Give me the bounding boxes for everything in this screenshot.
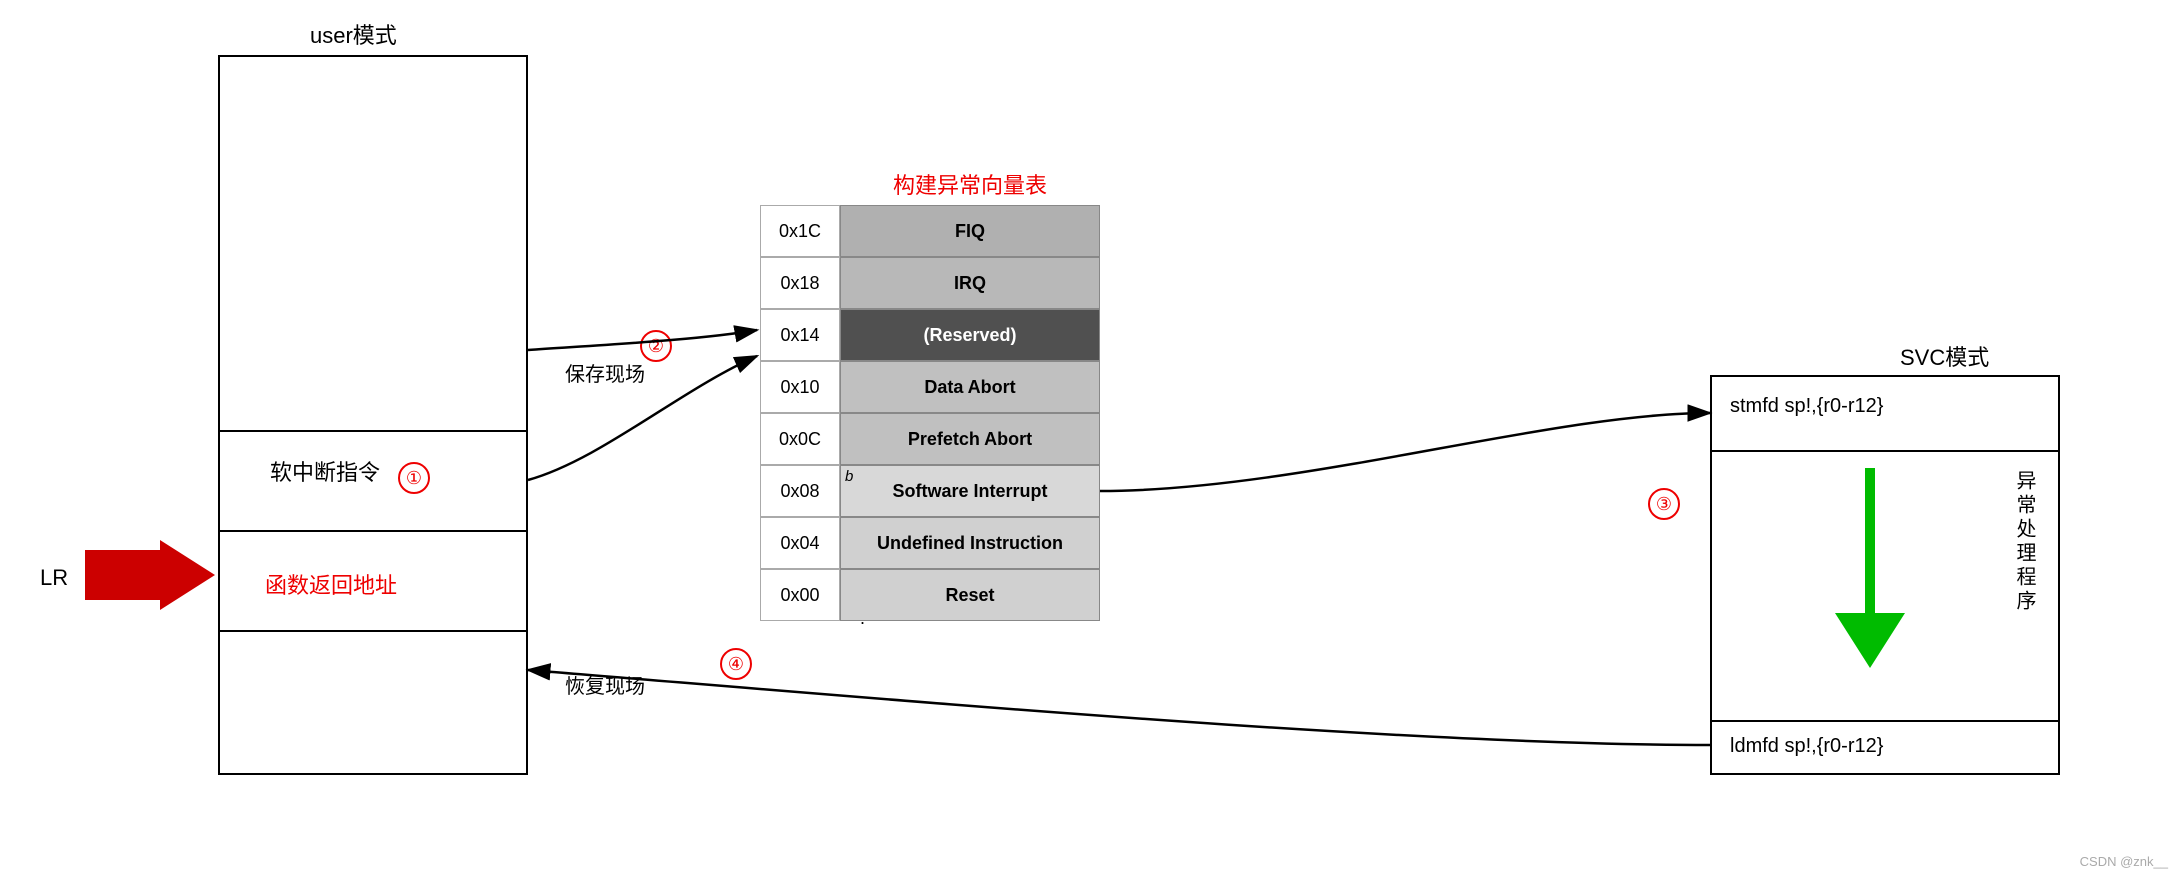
vector-table-title: 构建异常向量表 <box>830 168 1110 200</box>
user-mode-line2 <box>218 530 528 532</box>
svc-ldmfd-label: ldmfd sp!,{r0-r12} <box>1730 735 1883 758</box>
dot: . <box>860 608 865 629</box>
vector-name-undef: Undefined Instruction <box>840 517 1100 569</box>
user-mode-line3 <box>218 630 528 632</box>
circle-3: ③ <box>1648 488 1680 520</box>
user-mode-box <box>218 55 528 775</box>
vector-name-data-abort: Data Abort <box>840 361 1100 413</box>
user-mode-label: user模式 <box>310 18 397 50</box>
user-mode-line1 <box>218 430 528 432</box>
svc-line1 <box>1710 450 2060 452</box>
circle-4: ④ <box>720 648 752 680</box>
vector-addr-reserved: 0x14 <box>760 309 840 361</box>
vector-addr-swi: 0x08 <box>760 465 840 517</box>
vector-name-reset: Reset <box>840 569 1100 621</box>
vector-row-fiq: 0x1C FIQ <box>760 205 1100 257</box>
lr-label: LR <box>40 565 68 591</box>
vector-name-reserved: (Reserved) <box>840 309 1100 361</box>
vector-name-irq: IRQ <box>840 257 1100 309</box>
swi-b-prefix: b <box>845 468 853 485</box>
vector-addr-data-abort: 0x10 <box>760 361 840 413</box>
vector-addr-fiq: 0x1C <box>760 205 840 257</box>
vector-row-data-abort: 0x10 Data Abort <box>760 361 1100 413</box>
vector-row-prefetch: 0x0C Prefetch Abort <box>760 413 1100 465</box>
save-scene-label: 保存现场 <box>565 358 645 387</box>
vector-row-swi: 0x08 b Software Interrupt <box>760 465 1100 517</box>
vector-row-reserved: 0x14 (Reserved) <box>760 309 1100 361</box>
vector-name-fiq: FIQ <box>840 205 1100 257</box>
vector-addr-undef: 0x04 <box>760 517 840 569</box>
soft-interrupt-label: 软中断指令 <box>270 455 380 487</box>
vector-name-swi: b Software Interrupt <box>840 465 1100 517</box>
svc-mode-label: SVC模式 <box>1900 340 1989 372</box>
vector-table: 0x1C FIQ 0x18 IRQ 0x14 (Reserved) 0x10 D… <box>760 205 1100 621</box>
svc-stmfd-label: stmfd sp!,{r0-r12} <box>1730 395 1883 418</box>
restore-scene-label: 恢复现场 <box>565 670 645 699</box>
vector-addr-irq: 0x18 <box>760 257 840 309</box>
circle-1: ① <box>398 462 430 494</box>
vector-row-reset: 0x00 Reset <box>760 569 1100 621</box>
vector-addr-reset: 0x00 <box>760 569 840 621</box>
watermark: CSDN @znk__ <box>2080 854 2168 869</box>
vector-name-prefetch: Prefetch Abort <box>840 413 1100 465</box>
vector-row-irq: 0x18 IRQ <box>760 257 1100 309</box>
vector-addr-prefetch: 0x0C <box>760 413 840 465</box>
exception-handler-text: 异常处理程序 <box>2010 470 2039 614</box>
vector-row-undef: 0x04 Undefined Instruction <box>760 517 1100 569</box>
diagram-container: user模式 软中断指令 函数返回地址 LR ① ② ③ ④ 保存现场 恢复现场… <box>0 0 2178 874</box>
green-down-arrow <box>1830 468 1910 668</box>
svc-line2 <box>1710 720 2060 722</box>
func-return-label: 函数返回地址 <box>265 568 397 600</box>
